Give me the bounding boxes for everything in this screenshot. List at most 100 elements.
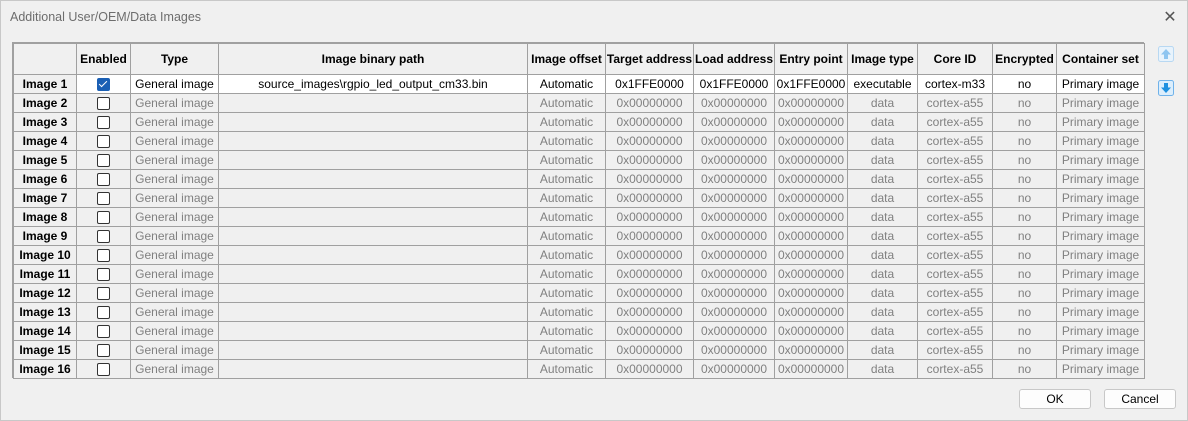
encrypted-cell[interactable]: no: [992, 93, 1057, 113]
encrypted-cell[interactable]: no: [992, 150, 1057, 170]
core-cell[interactable]: cortex-a55: [917, 340, 993, 360]
core-cell[interactable]: cortex-a55: [917, 321, 993, 341]
target-cell[interactable]: 0x00000000: [605, 150, 694, 170]
row-header[interactable]: Image 13: [13, 302, 77, 322]
encrypted-cell[interactable]: no: [992, 112, 1057, 132]
type-cell[interactable]: General image: [130, 131, 219, 151]
enabled-checkbox[interactable]: [97, 192, 110, 206]
core-cell[interactable]: cortex-a55: [917, 150, 993, 170]
row-header[interactable]: Image 16: [13, 359, 77, 379]
container-cell[interactable]: Primary image: [1056, 112, 1145, 132]
load-cell[interactable]: 0x00000000: [693, 131, 775, 151]
core-cell[interactable]: cortex-a55: [917, 245, 993, 265]
entry-cell[interactable]: 0x00000000: [774, 150, 848, 170]
encrypted-cell[interactable]: no: [992, 226, 1057, 246]
image-type-cell[interactable]: data: [847, 131, 918, 151]
entry-cell[interactable]: 0x00000000: [774, 226, 848, 246]
type-cell[interactable]: General image: [130, 207, 219, 227]
offset-cell[interactable]: Automatic: [527, 321, 606, 341]
type-cell[interactable]: General image: [130, 359, 219, 379]
entry-cell[interactable]: 0x00000000: [774, 302, 848, 322]
enabled-checkbox[interactable]: [97, 306, 110, 320]
close-button[interactable]: ✕: [1159, 6, 1181, 28]
offset-cell[interactable]: Automatic: [527, 131, 606, 151]
target-cell[interactable]: 0x00000000: [605, 302, 694, 322]
container-cell[interactable]: Primary image: [1056, 226, 1145, 246]
path-cell[interactable]: [218, 245, 528, 265]
row-header[interactable]: Image 4: [13, 131, 77, 151]
column-header-core-id[interactable]: Core ID: [917, 43, 993, 75]
type-cell[interactable]: General image: [130, 302, 219, 322]
path-cell[interactable]: [218, 264, 528, 284]
column-header-type[interactable]: Type: [130, 43, 219, 75]
type-cell[interactable]: General image: [130, 245, 219, 265]
offset-cell[interactable]: Automatic: [527, 74, 606, 94]
entry-cell[interactable]: 0x00000000: [774, 359, 848, 379]
column-header-encrypted[interactable]: Encrypted: [992, 43, 1057, 75]
target-cell[interactable]: 0x00000000: [605, 93, 694, 113]
path-cell[interactable]: [218, 207, 528, 227]
image-type-cell[interactable]: data: [847, 188, 918, 208]
type-cell[interactable]: General image: [130, 112, 219, 132]
encrypted-cell[interactable]: no: [992, 131, 1057, 151]
offset-cell[interactable]: Automatic: [527, 93, 606, 113]
type-cell[interactable]: General image: [130, 169, 219, 189]
column-header-container-set[interactable]: Container set: [1056, 43, 1145, 75]
enabled-checkbox[interactable]: [97, 287, 110, 301]
load-cell[interactable]: 0x1FFE0000: [693, 74, 775, 94]
encrypted-cell[interactable]: no: [992, 321, 1057, 341]
enabled-checkbox[interactable]: [97, 154, 110, 168]
encrypted-cell[interactable]: no: [992, 188, 1057, 208]
offset-cell[interactable]: Automatic: [527, 302, 606, 322]
encrypted-cell[interactable]: no: [992, 207, 1057, 227]
type-cell[interactable]: General image: [130, 226, 219, 246]
core-cell[interactable]: cortex-a55: [917, 283, 993, 303]
load-cell[interactable]: 0x00000000: [693, 93, 775, 113]
row-header[interactable]: Image 5: [13, 150, 77, 170]
encrypted-cell[interactable]: no: [992, 302, 1057, 322]
container-cell[interactable]: Primary image: [1056, 283, 1145, 303]
path-cell[interactable]: [218, 169, 528, 189]
row-header[interactable]: Image 12: [13, 283, 77, 303]
type-cell[interactable]: General image: [130, 340, 219, 360]
row-header[interactable]: Image 10: [13, 245, 77, 265]
column-header-entry-point[interactable]: Entry point: [774, 43, 848, 75]
path-cell[interactable]: [218, 93, 528, 113]
row-header[interactable]: Image 8: [13, 207, 77, 227]
offset-cell[interactable]: Automatic: [527, 112, 606, 132]
image-type-cell[interactable]: data: [847, 302, 918, 322]
row-header[interactable]: Image 1: [13, 74, 77, 94]
enabled-checkbox[interactable]: [97, 173, 110, 187]
offset-cell[interactable]: Automatic: [527, 226, 606, 246]
load-cell[interactable]: 0x00000000: [693, 321, 775, 341]
offset-cell[interactable]: Automatic: [527, 207, 606, 227]
cancel-button[interactable]: Cancel: [1104, 389, 1176, 409]
type-cell[interactable]: General image: [130, 283, 219, 303]
container-cell[interactable]: Primary image: [1056, 207, 1145, 227]
container-cell[interactable]: Primary image: [1056, 188, 1145, 208]
row-header[interactable]: Image 3: [13, 112, 77, 132]
enabled-checkbox[interactable]: [97, 211, 110, 225]
path-cell[interactable]: [218, 226, 528, 246]
core-cell[interactable]: cortex-a55: [917, 93, 993, 113]
container-cell[interactable]: Primary image: [1056, 321, 1145, 341]
row-header[interactable]: Image 2: [13, 93, 77, 113]
row-header[interactable]: Image 15: [13, 340, 77, 360]
path-cell[interactable]: [218, 321, 528, 341]
column-header-target-address[interactable]: Target address: [605, 43, 694, 75]
row-header[interactable]: Image 11: [13, 264, 77, 284]
container-cell[interactable]: Primary image: [1056, 150, 1145, 170]
image-type-cell[interactable]: data: [847, 359, 918, 379]
column-header-image-binary-path[interactable]: Image binary path: [218, 43, 528, 75]
enabled-checkbox[interactable]: [97, 78, 110, 92]
entry-cell[interactable]: 0x00000000: [774, 93, 848, 113]
container-cell[interactable]: Primary image: [1056, 245, 1145, 265]
target-cell[interactable]: 0x1FFE0000: [605, 74, 694, 94]
load-cell[interactable]: 0x00000000: [693, 188, 775, 208]
column-header-enabled[interactable]: Enabled: [76, 43, 131, 75]
load-cell[interactable]: 0x00000000: [693, 169, 775, 189]
type-cell[interactable]: General image: [130, 321, 219, 341]
offset-cell[interactable]: Automatic: [527, 359, 606, 379]
type-cell[interactable]: General image: [130, 74, 219, 94]
image-type-cell[interactable]: data: [847, 245, 918, 265]
